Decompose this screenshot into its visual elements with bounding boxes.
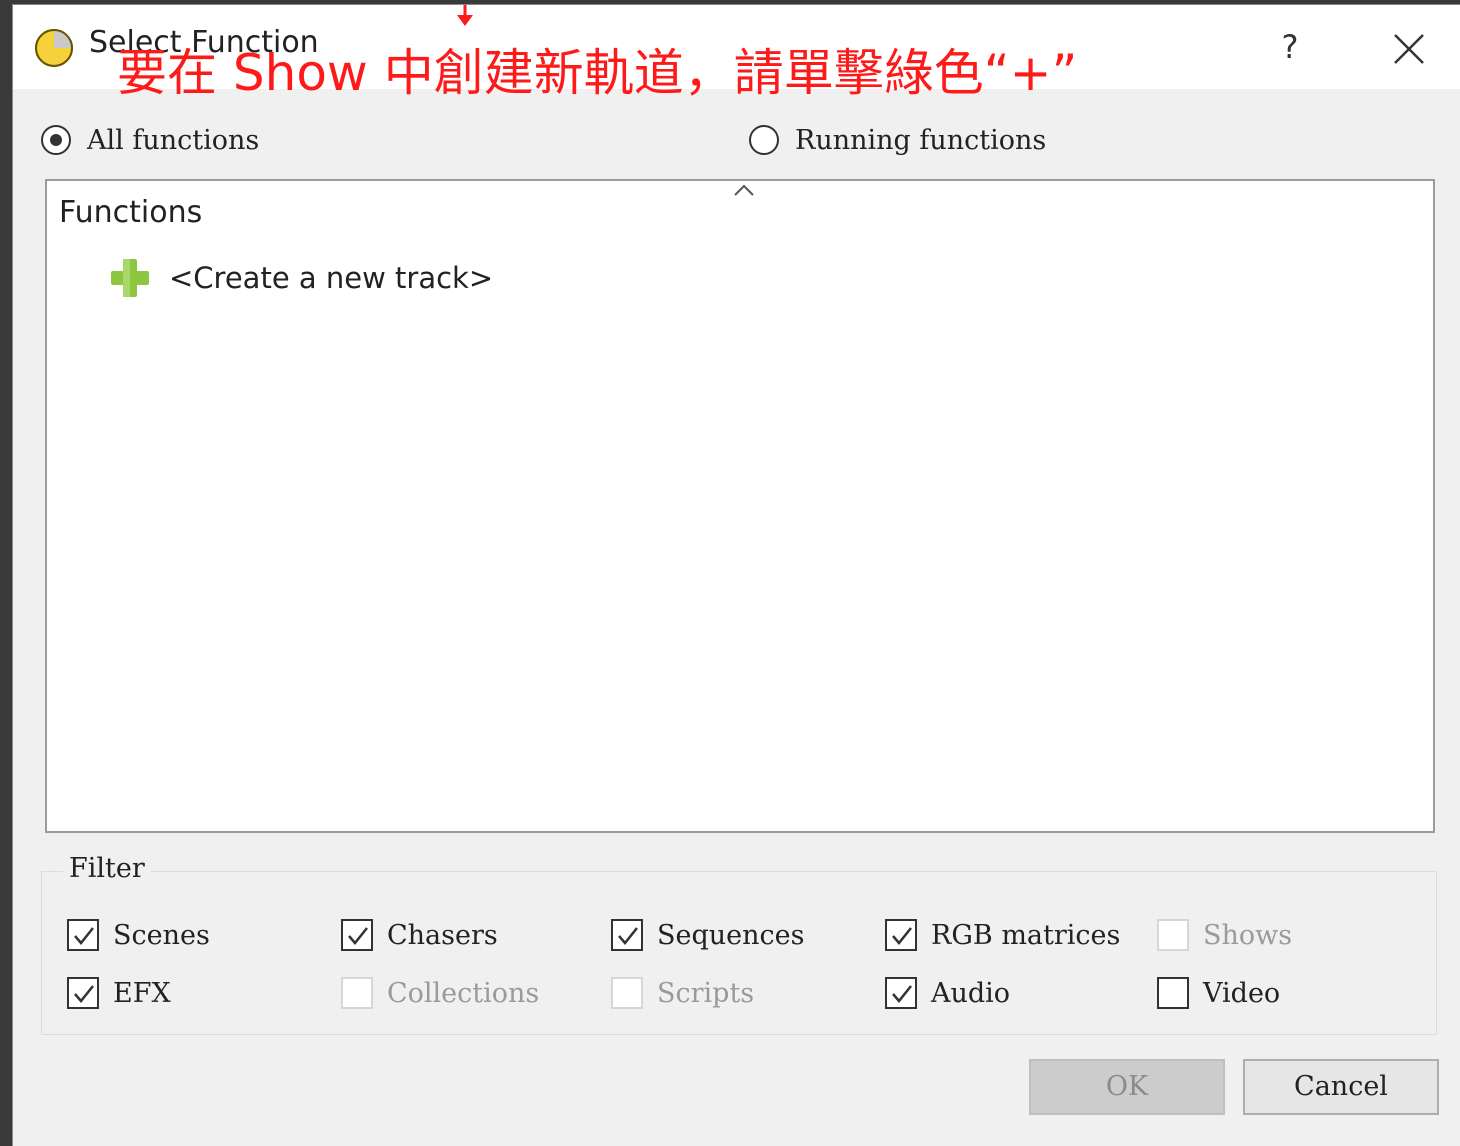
radio-running-functions[interactable]: Running functions: [749, 119, 1046, 161]
checkbox-scenes[interactable]: [67, 919, 99, 951]
check-icon: [892, 927, 912, 945]
check-icon: [618, 927, 638, 945]
filter-chasers[interactable]: Chasers: [341, 915, 498, 955]
checkbox-video[interactable]: [1157, 977, 1189, 1009]
checkbox-shows: [1157, 919, 1189, 951]
filter-rgb-matrices[interactable]: RGB matrices: [885, 915, 1120, 955]
checkbox-scripts: [611, 977, 643, 1009]
filter-sequences[interactable]: Sequences: [611, 915, 804, 955]
filter-audio-label: Audio: [931, 977, 1011, 1009]
tree-item-create-track[interactable]: <Create a new track>: [107, 255, 493, 301]
checkbox-chasers[interactable]: [341, 919, 373, 951]
annotation-text: 要在 Show 中創建新軌道，請單擊綠色“+”: [117, 44, 1078, 102]
checkbox-efx[interactable]: [67, 977, 99, 1009]
tree-item-label: <Create a new track>: [169, 261, 494, 295]
filter-video[interactable]: Video: [1157, 973, 1280, 1013]
filter-efx[interactable]: EFX: [67, 973, 171, 1013]
select-function-dialog: Select Function ? 要在 Show 中創建新軌道，請單擊綠色“+…: [12, 4, 1460, 1146]
filter-efx-label: EFX: [113, 977, 171, 1009]
filter-shows-label: Shows: [1203, 919, 1293, 951]
checkbox-rgb-matrices[interactable]: [885, 919, 917, 951]
filter-scripts-label: Scripts: [657, 977, 755, 1009]
checkbox-sequences[interactable]: [611, 919, 643, 951]
app-logo-icon: [35, 29, 73, 67]
radio-all-functions[interactable]: All functions: [41, 119, 259, 161]
filter-scripts: Scripts: [611, 973, 754, 1013]
filter-scenes[interactable]: Scenes: [67, 915, 210, 955]
filter-sequences-label: Sequences: [657, 919, 805, 951]
close-icon[interactable]: [1379, 19, 1439, 79]
filter-collections-label: Collections: [387, 977, 540, 1009]
function-tree[interactable]: Functions <Create a new track>: [45, 179, 1435, 833]
filter-video-label: Video: [1203, 977, 1281, 1009]
sort-caret-up-icon[interactable]: [733, 183, 755, 197]
radio-running-functions-label: Running functions: [795, 124, 1047, 156]
filter-shows: Shows: [1157, 915, 1292, 955]
filter-title: Filter: [63, 853, 151, 884]
ok-button[interactable]: OK: [1029, 1059, 1225, 1115]
filter-rgb-matrices-label: RGB matrices: [931, 919, 1121, 951]
radio-all-functions-label: All functions: [87, 124, 260, 156]
cancel-button[interactable]: Cancel: [1243, 1059, 1439, 1115]
filter-chasers-label: Chasers: [387, 919, 498, 951]
filter-audio[interactable]: Audio: [885, 973, 1010, 1013]
check-icon: [74, 927, 94, 945]
check-icon: [74, 985, 94, 1003]
radio-button-checked[interactable]: [41, 125, 71, 155]
annotation-arrow-icon: [457, 5, 473, 26]
filter-collections: Collections: [341, 973, 539, 1013]
checkbox-audio[interactable]: [885, 977, 917, 1009]
help-button[interactable]: ?: [1265, 17, 1315, 77]
filter-scenes-label: Scenes: [113, 919, 210, 951]
checkbox-collections: [341, 977, 373, 1009]
radio-button-unchecked[interactable]: [749, 125, 779, 155]
tree-column-header[interactable]: Functions: [59, 195, 202, 230]
green-plus-icon: [111, 259, 149, 297]
check-icon: [348, 927, 368, 945]
check-icon: [892, 985, 912, 1003]
